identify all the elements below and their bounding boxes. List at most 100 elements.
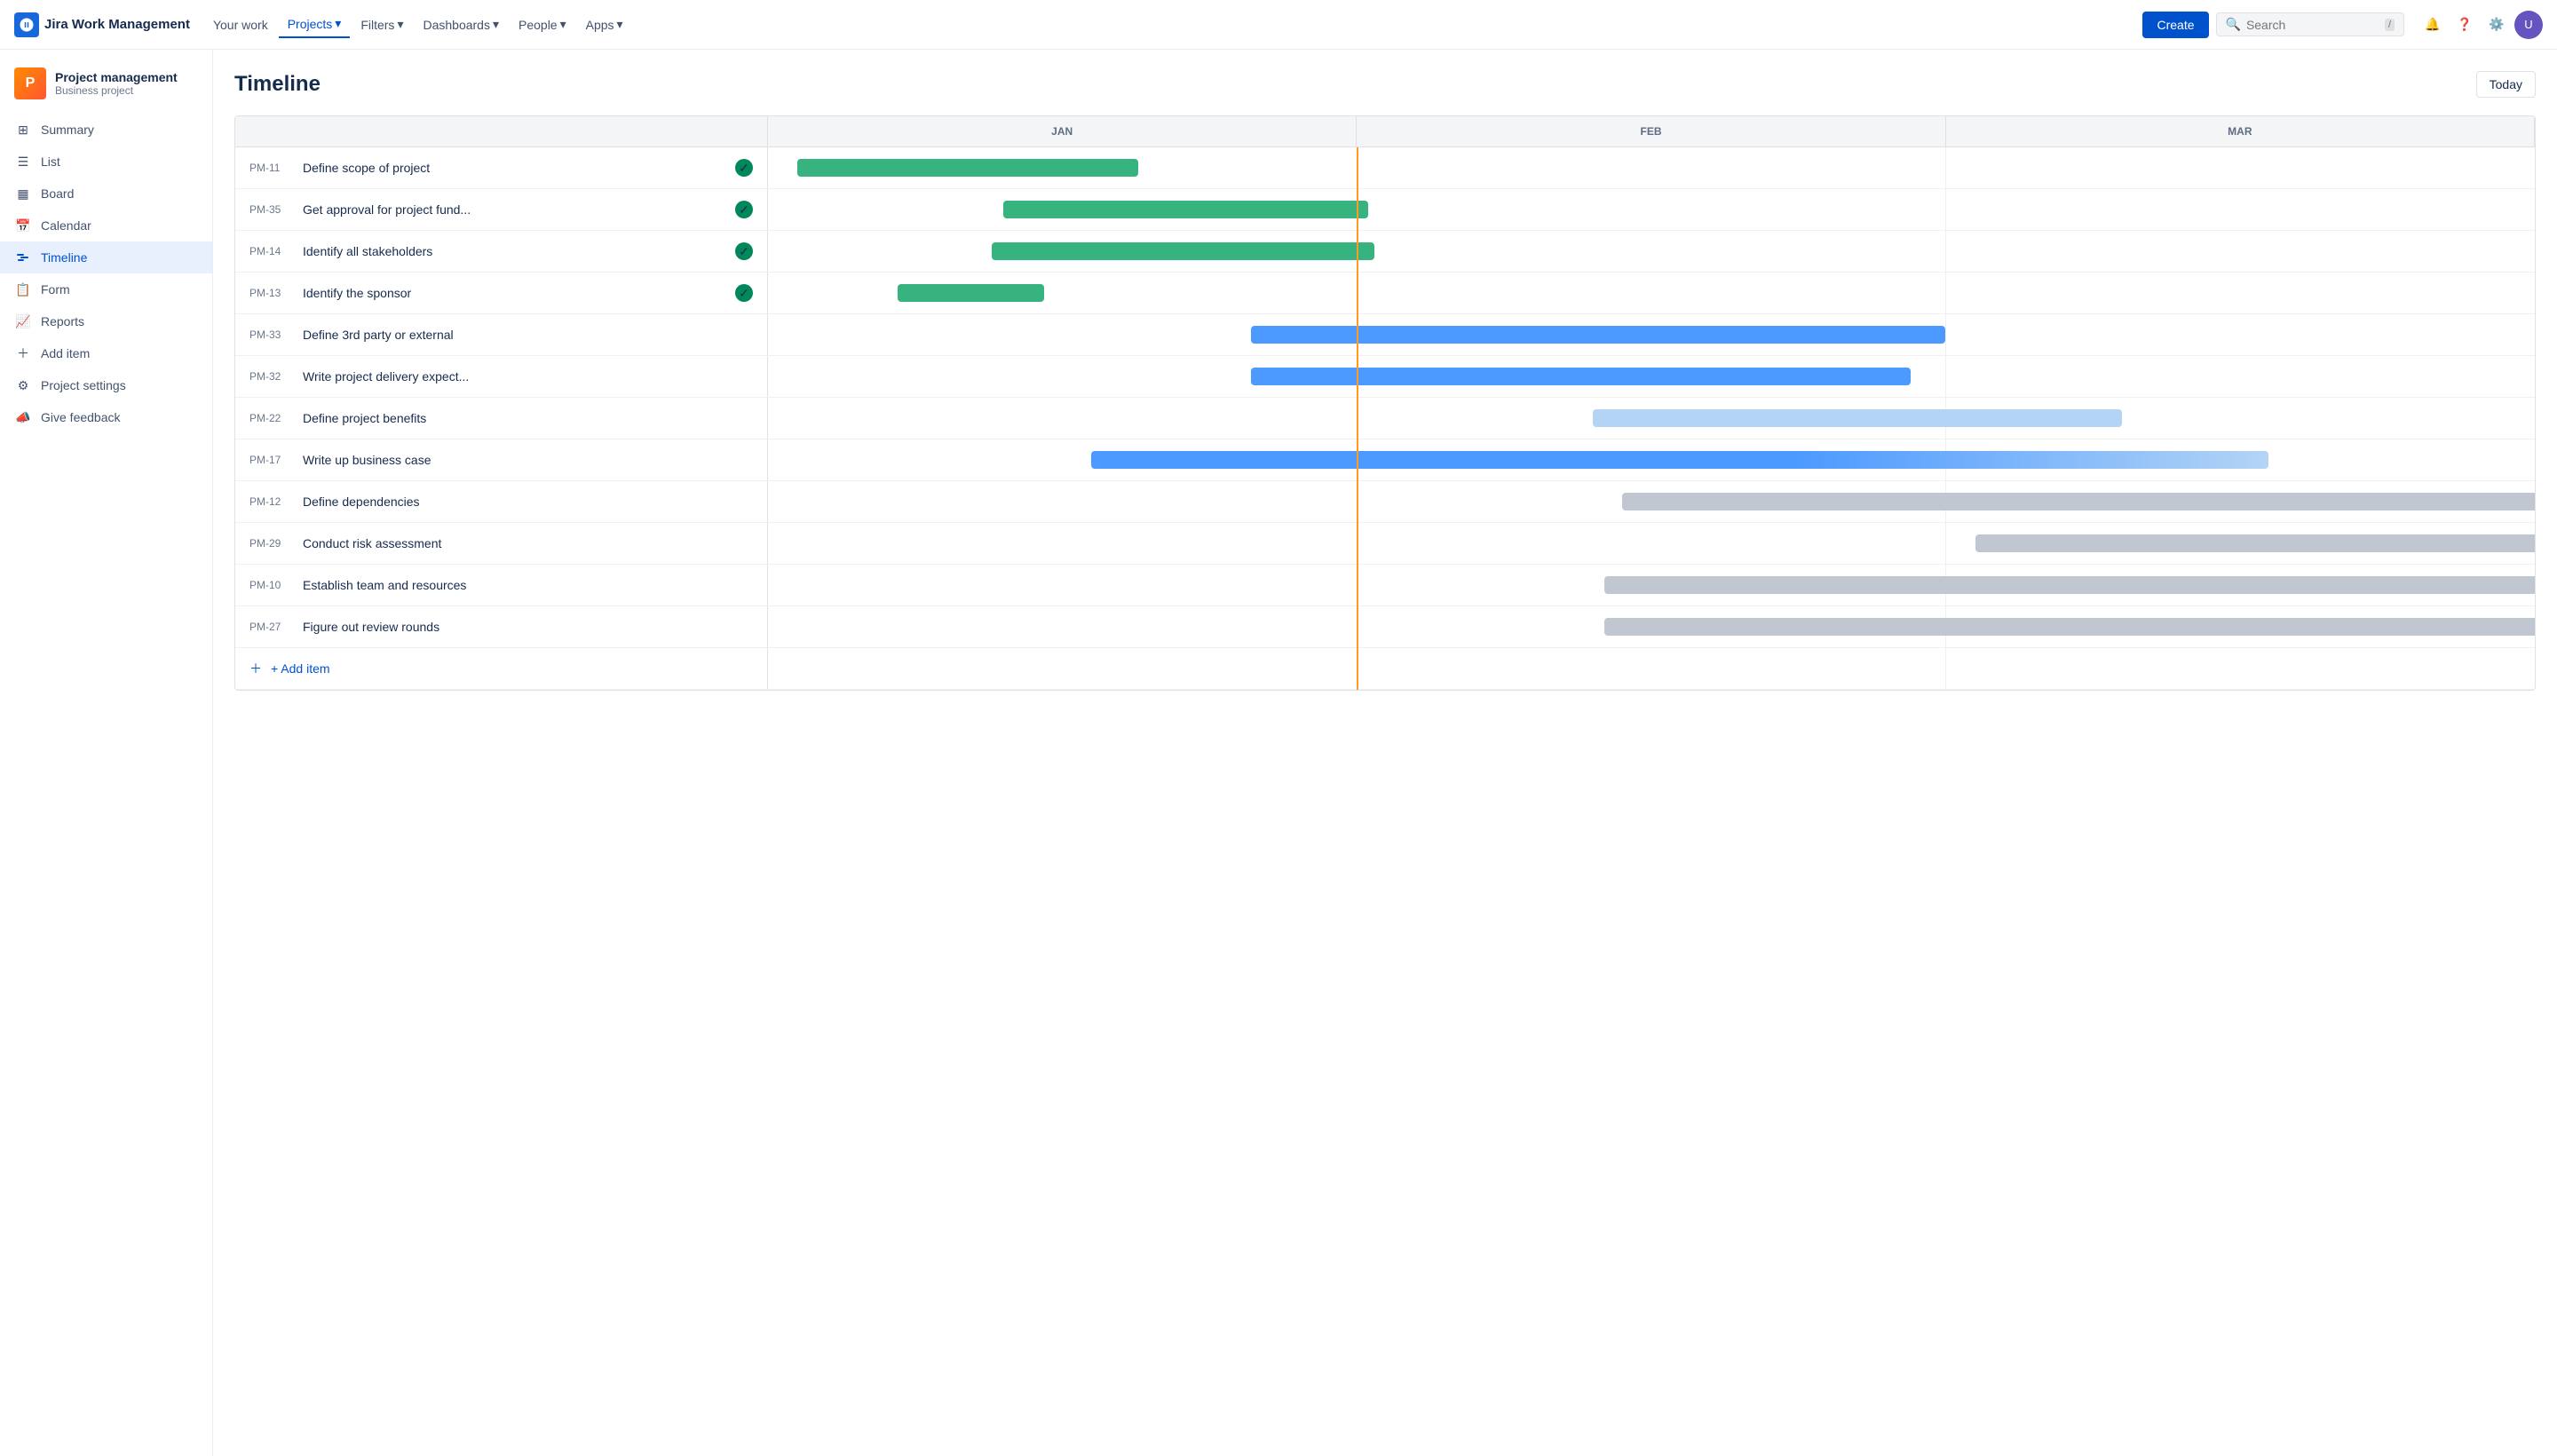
- timeline-icon: [14, 249, 32, 266]
- search-input[interactable]: [2246, 18, 2379, 32]
- nav-apps[interactable]: Apps ▾: [577, 12, 632, 37]
- nav-projects[interactable]: Projects ▾: [279, 11, 351, 38]
- table-row: PM-17 Write up business case: [235, 439, 2535, 481]
- project-name: Project management: [55, 70, 178, 84]
- gantt-bar[interactable]: [992, 242, 1374, 260]
- search-shortcut: /: [2385, 19, 2395, 31]
- sidebar-item-list[interactable]: ☰ List: [0, 146, 212, 178]
- task-name: Write project delivery expect...: [303, 369, 469, 384]
- settings-cog-icon: ⚙: [14, 376, 32, 394]
- project-info: Project management Business project: [55, 70, 178, 97]
- nav-people[interactable]: People ▾: [510, 12, 575, 37]
- dashboards-chevron-icon: ▾: [493, 17, 499, 32]
- task-name: Establish team and resources: [303, 578, 466, 592]
- task-id: PM-32: [249, 370, 294, 383]
- task-id: PM-33: [249, 328, 294, 341]
- timeline-header: JAN FEB MAR: [235, 116, 2535, 147]
- search-box[interactable]: 🔍 /: [2216, 12, 2405, 36]
- gantt-body: PM-11 Define scope of project ✓: [235, 147, 2535, 690]
- help-button[interactable]: ❓: [2450, 11, 2479, 39]
- gantt-bar[interactable]: [1251, 326, 1945, 344]
- today-button[interactable]: Today: [2476, 71, 2536, 98]
- task-id: PM-14: [249, 245, 294, 257]
- status-done-icon: ✓: [735, 242, 753, 260]
- task-name: Define scope of project: [303, 161, 430, 175]
- projects-chevron-icon: ▾: [335, 16, 341, 31]
- sidebar-item-summary[interactable]: ⊞ Summary: [0, 114, 212, 146]
- gantt-bar[interactable]: [1593, 409, 2122, 427]
- gantt-bar[interactable]: [797, 159, 1138, 177]
- task-name: Figure out review rounds: [303, 620, 439, 634]
- table-row: PM-14 Identify all stakeholders ✓: [235, 231, 2535, 273]
- gantt-bar[interactable]: [1622, 493, 2536, 510]
- task-id: PM-13: [249, 287, 294, 299]
- gantt-bar[interactable]: [1251, 368, 1910, 385]
- project-type: Business project: [55, 84, 178, 97]
- sidebar-project: P Project management Business project: [0, 60, 212, 114]
- app-name: Jira Work Management: [44, 17, 190, 32]
- user-avatar[interactable]: U: [2514, 11, 2543, 39]
- gantt-bar[interactable]: [1604, 576, 2536, 594]
- status-done-icon: ✓: [735, 284, 753, 302]
- task-id: PM-11: [249, 162, 294, 174]
- nav-dashboards[interactable]: Dashboards ▾: [414, 12, 508, 37]
- calendar-icon: 📅: [14, 217, 32, 234]
- notifications-button[interactable]: 🔔: [2418, 11, 2447, 39]
- topnav: Jira Work Management Your work Projects …: [0, 0, 2557, 50]
- feedback-icon: 📣: [14, 408, 32, 426]
- sidebar-item-project-settings[interactable]: ⚙ Project settings: [0, 369, 212, 401]
- month-jan: JAN: [768, 116, 1357, 146]
- gantt-bar[interactable]: [1604, 618, 2536, 636]
- filters-chevron-icon: ▾: [397, 17, 403, 32]
- sidebar-item-calendar[interactable]: 📅 Calendar: [0, 210, 212, 241]
- gantt-bar[interactable]: [898, 284, 1045, 302]
- people-chevron-icon: ▾: [560, 17, 566, 32]
- sidebar-item-reports[interactable]: 📈 Reports: [0, 305, 212, 337]
- table-row: PM-13 Identify the sponsor ✓: [235, 273, 2535, 314]
- sidebar-item-timeline[interactable]: Timeline: [0, 241, 212, 273]
- task-name: Get approval for project fund...: [303, 202, 471, 217]
- topnav-icons: 🔔 ❓ ⚙️ U: [2418, 11, 2543, 39]
- layout: P Project management Business project ⊞ …: [0, 50, 2557, 1456]
- app-logo[interactable]: Jira Work Management: [14, 12, 190, 37]
- timeline-container: JAN FEB MAR PM-11 Define scope of projec…: [234, 115, 2536, 691]
- table-row: PM-22 Define project benefits: [235, 398, 2535, 439]
- reports-icon: 📈: [14, 313, 32, 330]
- task-id: PM-22: [249, 412, 294, 424]
- task-name: Define project benefits: [303, 411, 426, 425]
- grid-icon: ⊞: [14, 121, 32, 138]
- sidebar-item-board[interactable]: ▦ Board: [0, 178, 212, 210]
- sidebar-item-add-item[interactable]: ＋ Add item: [0, 337, 212, 369]
- form-icon: 📋: [14, 281, 32, 298]
- task-id: PM-12: [249, 495, 294, 508]
- add-item-label: + Add item: [271, 661, 330, 676]
- sidebar-item-give-feedback[interactable]: 📣 Give feedback: [0, 401, 212, 433]
- table-row: PM-35 Get approval for project fund... ✓: [235, 189, 2535, 231]
- nav-your-work[interactable]: Your work: [204, 12, 277, 37]
- sidebar-item-form[interactable]: 📋 Form: [0, 273, 212, 305]
- gantt-bar[interactable]: [1003, 201, 1368, 218]
- task-name: Define 3rd party or external: [303, 328, 454, 342]
- search-icon: 🔍: [2226, 17, 2241, 32]
- settings-button[interactable]: ⚙️: [2482, 11, 2511, 39]
- app-logo-icon: [14, 12, 39, 37]
- add-icon: ＋: [14, 344, 32, 362]
- add-item-row[interactable]: ＋ + Add item: [235, 648, 2535, 690]
- table-row: PM-11 Define scope of project ✓: [235, 147, 2535, 189]
- task-id: PM-10: [249, 579, 294, 591]
- create-button[interactable]: Create: [2142, 12, 2208, 38]
- month-mar: MAR: [1946, 116, 2535, 146]
- gantt-bar[interactable]: [1091, 451, 2268, 469]
- page-header: Timeline Today: [234, 71, 2536, 98]
- table-row: PM-12 Define dependencies: [235, 481, 2535, 523]
- gantt-bar[interactable]: [1975, 534, 2536, 552]
- table-row: PM-32 Write project delivery expect...: [235, 356, 2535, 398]
- task-name: Identify the sponsor: [303, 286, 411, 300]
- task-name: Conduct risk assessment: [303, 536, 441, 550]
- table-row: PM-29 Conduct risk assessment: [235, 523, 2535, 565]
- nav-filters[interactable]: Filters ▾: [352, 12, 412, 37]
- table-row: PM-33 Define 3rd party or external: [235, 314, 2535, 356]
- table-row: PM-10 Establish team and resources: [235, 565, 2535, 606]
- list-icon: ☰: [14, 153, 32, 170]
- status-done-icon: ✓: [735, 201, 753, 218]
